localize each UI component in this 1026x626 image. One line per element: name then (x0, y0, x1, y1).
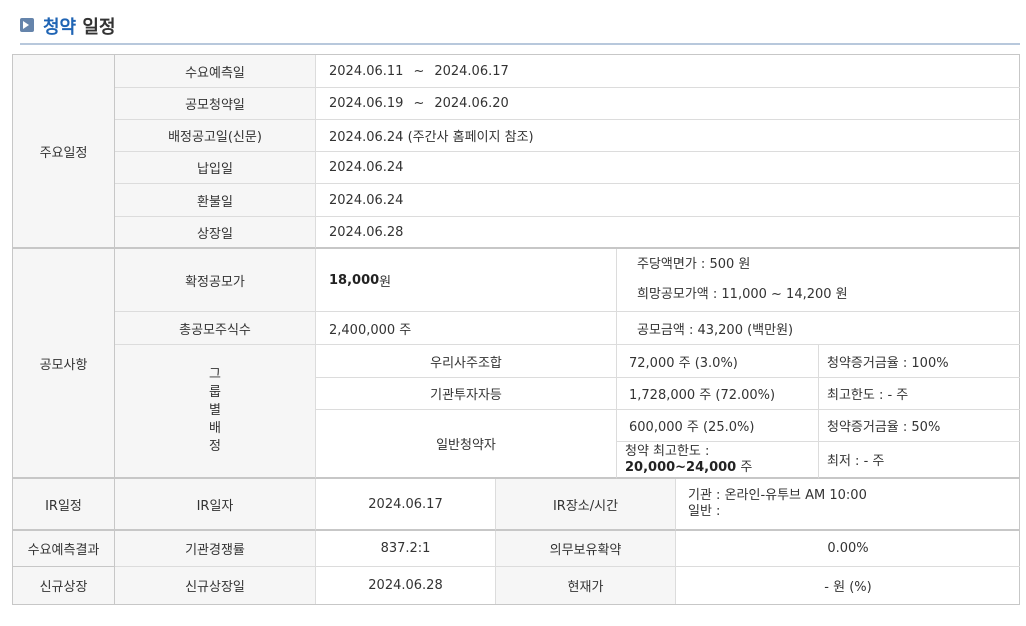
label-listing-date: 상장일 (115, 217, 316, 249)
par-value: 주당액면가 : 500 원 (637, 257, 751, 272)
label-allocation-notice-date: 배정공고일(신문) (115, 120, 316, 152)
value-offering-amount: 공모금액 : 43,200 (백만원) (617, 312, 1020, 345)
label-institution-competition-rate: 기관경쟁률 (115, 531, 316, 567)
group-institution-shares: 1,728,000 주 (72.00%) (617, 378, 819, 410)
category-offering-details: 공모사항 (13, 249, 115, 479)
label-demand-forecast-date: 수요예측일 (115, 55, 316, 88)
label-current-price: 현재가 (496, 567, 676, 604)
label-lockup-commitment: 의무보유확약 (496, 531, 676, 567)
label-ir-place-time: IR장소/시간 (496, 479, 676, 531)
group-general-max-limit: 청약 최고한도 : 20,000~24,000 주 (617, 442, 819, 479)
value-allocation-notice-date: 2024.06.24 (주간사 홈페이지 참조) (316, 120, 1020, 152)
label-final-offer-price: 확정공모가 (115, 249, 316, 312)
arrow-right-icon (20, 18, 34, 32)
category-new-listing: 신규상장 (13, 567, 115, 604)
label-payment-date: 납입일 (115, 152, 316, 184)
section-title: 청약 일정 (43, 17, 116, 38)
value-current-price: - 원 (%) (824, 580, 872, 595)
category-main-schedule: 주요일정 (13, 55, 115, 249)
value-payment-date: 2024.06.24 (316, 152, 1020, 184)
value-ir-date: 2024.06.17 (316, 479, 496, 531)
value-new-listing-date: 2024.06.28 (316, 567, 496, 604)
ipo-schedule-table: 주요일정 수요예측일 2024.06.11 ~2024.06.17 공모청약일 2… (12, 54, 1020, 605)
label-new-listing-date: 신규상장일 (115, 567, 316, 604)
group-employee-note: 청약증거금율 : 100% (819, 345, 1020, 378)
group-general-shares: 600,000 주 (25.0%) (617, 410, 819, 442)
value-listing-date: 2024.06.28 (316, 217, 1020, 249)
value-lockup-commitment: 0.00% (676, 531, 1020, 567)
label-ir-date: IR일자 (115, 479, 316, 531)
category-ir-schedule: IR일정 (13, 479, 115, 531)
label-group-allocation: 그 룹 별 배 정 (115, 345, 316, 479)
value-par-and-desired-price: 주당액면가 : 500 원 희망공모가액 : 11,000 ~ 14,200 원 (617, 249, 1020, 312)
value-ir-place-time: 기관 : 온라인-유투브 AM 10:00 일반 : (676, 479, 1020, 531)
group-general-name: 일반청약자 (316, 410, 617, 479)
desired-price-range: 희망공모가액 : 11,000 ~ 14,200 원 (637, 287, 848, 302)
group-institution-note: 최고한도 : - 주 (819, 378, 1020, 410)
group-general-note: 청약증거금율 : 50% (819, 410, 1020, 442)
label-total-offered-shares: 총공모주식수 (115, 312, 316, 345)
value-refund-date: 2024.06.24 (316, 184, 1020, 217)
label-subscription-date: 공모청약일 (115, 88, 316, 120)
group-institution-name: 기관투자자등 (316, 378, 617, 410)
value-institution-competition-rate: 837.2:1 (316, 531, 496, 567)
value-subscription-date: 2024.06.19 ~2024.06.20 (316, 88, 1020, 120)
group-employee-name: 우리사주조합 (316, 345, 617, 378)
value-demand-forecast-date: 2024.06.11 ~2024.06.17 (316, 55, 1020, 88)
category-demand-forecast-result: 수요예측결과 (13, 531, 115, 567)
section-header: 청약 일정 (20, 13, 1020, 45)
value-total-offered-shares: 2,400,000 주 (316, 312, 617, 345)
value-final-offer-price: 18,000 원 (316, 249, 617, 312)
group-general-min: 최저 : - 주 (819, 442, 1020, 479)
group-employee-shares: 72,000 주 (3.0%) (617, 345, 819, 378)
label-refund-date: 환불일 (115, 184, 316, 217)
